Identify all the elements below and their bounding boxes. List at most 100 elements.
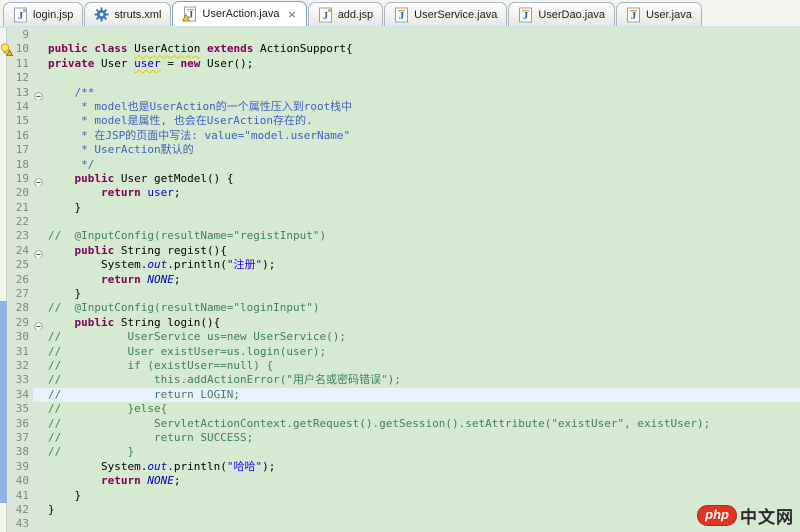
code-line[interactable]: 35 // }else{: [0, 402, 800, 417]
marker-column-cell: [0, 85, 7, 100]
code-line[interactable]: 38 // }: [0, 445, 800, 460]
line-number: 16: [7, 128, 33, 144]
fold-column-cell: [33, 243, 45, 259]
code-line[interactable]: 32 // if (existUser==null) {: [0, 358, 800, 374]
line-number: 12: [7, 71, 33, 86]
java-file-icon: J: [626, 7, 641, 23]
fold-column-cell: [33, 358, 45, 374]
code-line[interactable]: 28 // @InputConfig(resultName="loginInput…: [0, 301, 800, 316]
code-line[interactable]: 33 // this.addActionError("用户名或密码错误");: [0, 373, 800, 388]
marker-column-cell: [0, 171, 7, 187]
code-line[interactable]: 42}: [0, 502, 800, 518]
tab-useraction-java[interactable]: J UserAction.java ×: [172, 1, 307, 26]
line-number: 24: [7, 243, 33, 259]
svg-text:J: J: [523, 10, 529, 22]
line-number: 9: [7, 28, 33, 43]
code-line[interactable]: 14 * model也是UserAction的一个属性压入到root栈中: [0, 99, 800, 115]
marker-column-cell: [0, 373, 7, 388]
jsp-file-icon: J: [13, 7, 28, 23]
code-line[interactable]: 18 */: [0, 157, 800, 172]
line-number: 13: [7, 85, 33, 100]
marker-column-cell: [0, 186, 7, 201]
code-line[interactable]: 27 }: [0, 287, 800, 302]
code-line[interactable]: 21 }: [0, 200, 800, 216]
code-line[interactable]: 26 return NONE;: [0, 272, 800, 288]
marker-column-cell: [0, 114, 7, 129]
marker-column-cell: [0, 71, 7, 86]
code-line[interactable]: 23 // @InputConfig(resultName="registInpu…: [0, 229, 800, 244]
tab-userdao-java[interactable]: J UserDao.java: [508, 2, 615, 26]
code-line[interactable]: 11 private User user = new User();: [0, 56, 800, 72]
code-line[interactable]: 40 return NONE;: [0, 474, 800, 489]
line-number: 14: [7, 99, 33, 115]
fold-column-cell: [33, 157, 45, 172]
code-line[interactable]: 30 // UserService us=new UserService();: [0, 330, 800, 345]
fold-column-cell: [33, 99, 45, 115]
code-line[interactable]: 25 System.out.println("注册");: [0, 258, 800, 273]
line-number: 21: [7, 200, 33, 216]
collapse-minus-icon[interactable]: [34, 175, 43, 187]
code-line[interactable]: 17 * UserAction默认的: [0, 143, 800, 158]
fold-column-cell: [33, 474, 45, 489]
code-line[interactable]: 19 public User getModel() {: [0, 171, 800, 187]
code-line[interactable]: 24 public String regist(){: [0, 243, 800, 259]
code-line[interactable]: 12: [0, 71, 800, 86]
code-line[interactable]: 20 return user;: [0, 186, 800, 201]
line-number: 26: [7, 272, 33, 288]
code-line[interactable]: 13 /**: [0, 85, 800, 101]
marker-column-cell: [0, 330, 7, 345]
code-line[interactable]: 15 * model是属性, 也会在UserAction存在的.: [0, 114, 800, 129]
code-line[interactable]: 36 // ServletActionContext.getRequest().g…: [0, 416, 800, 431]
tab-userservice-java[interactable]: J UserService.java: [384, 2, 508, 26]
code-text: // this.addActionError("用户名或密码错误");: [48, 373, 401, 387]
marker-column-cell: [0, 488, 7, 503]
code-text: }: [48, 287, 82, 301]
tab-login-jsp[interactable]: Jlogin.jsp: [3, 2, 84, 26]
watermark: php 中文网: [697, 503, 794, 528]
marker-column-cell: [0, 229, 7, 244]
code-line[interactable]: 39 System.out.println("哈哈");: [0, 459, 800, 475]
line-number: 15: [7, 114, 33, 129]
code-line[interactable]: 34 // return LOGIN;: [0, 387, 800, 403]
tab-label: struts.xml: [114, 8, 162, 21]
code-line[interactable]: 9: [0, 28, 800, 43]
code-line[interactable]: 29 public String login(){: [0, 315, 800, 331]
tab-user-java[interactable]: J User.java: [615, 2, 702, 26]
code-line[interactable]: 41 }: [0, 488, 800, 503]
warning-bulb-icon[interactable]: [0, 43, 14, 57]
code-line[interactable]: 10 public class UserAction extends Action…: [0, 42, 800, 57]
tab-label: login.jsp: [33, 8, 74, 21]
fold-column-cell: [33, 416, 45, 431]
code-text: * model也是UserAction的一个属性压入到root栈中: [48, 99, 353, 113]
code-text: return NONE;: [100, 272, 181, 286]
code-text: }: [48, 200, 82, 214]
fold-column-cell: [33, 229, 45, 244]
collapse-minus-icon[interactable]: [34, 319, 43, 331]
code-line[interactable]: 16 * 在JSP的页面中写法: value="model.userName": [0, 128, 800, 144]
code-text: // ServletActionContext.getRequest().get…: [48, 416, 711, 430]
code-text: return user;: [100, 186, 181, 200]
code-line[interactable]: 37 // return SUCCESS;: [0, 430, 800, 446]
code-line[interactable]: 22: [0, 215, 800, 230]
fold-column-cell: [33, 128, 45, 144]
fold-column-cell: [33, 200, 45, 216]
marker-column-cell: [0, 143, 7, 158]
code-text: System.out.println("哈哈");: [48, 459, 276, 473]
tab-close-icon[interactable]: ×: [287, 8, 296, 21]
code-line[interactable]: 31 // User existUser=us.login(user);: [0, 344, 800, 359]
tab-struts-xml[interactable]: struts.xml: [84, 2, 172, 26]
code-text: // if (existUser==null) {: [48, 358, 274, 372]
collapse-minus-icon[interactable]: [34, 89, 43, 101]
code-text: * model是属性, 也会在UserAction存在的.: [48, 114, 313, 128]
code-text: */: [48, 157, 95, 171]
collapse-minus-icon[interactable]: [34, 247, 43, 259]
line-number: 17: [7, 143, 33, 158]
marker-column-cell: [0, 157, 7, 172]
marker-column-cell: [0, 28, 7, 43]
marker-column-cell: [0, 42, 14, 57]
tab-add-jsp[interactable]: Jadd.jsp: [307, 2, 384, 26]
java-file-warning-icon: J: [182, 6, 197, 22]
code-line[interactable]: 43: [0, 517, 800, 532]
